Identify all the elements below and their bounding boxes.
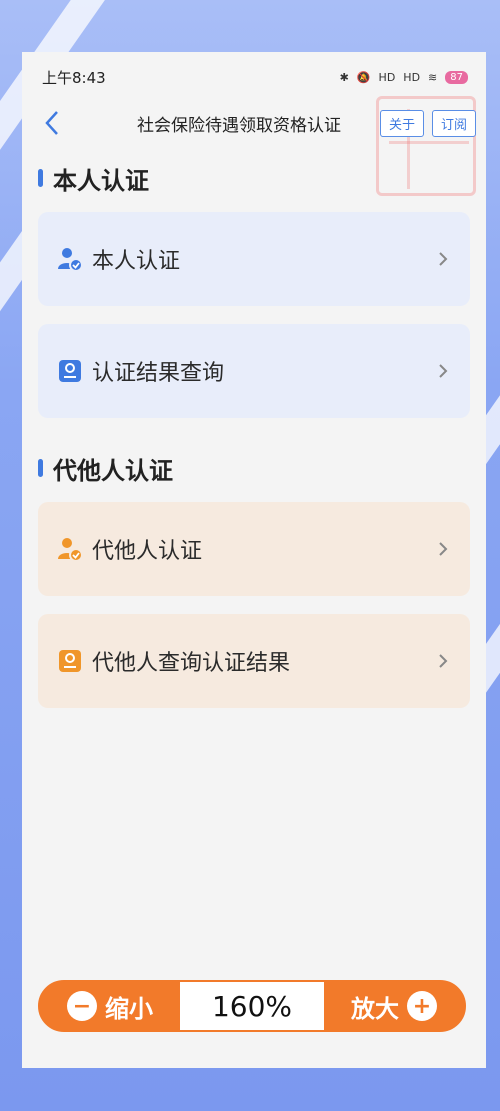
card-label: 认证结果查询 — [92, 361, 225, 386]
nav-bar: 社会保险待遇领取资格认证 关于 订阅 — [22, 102, 486, 144]
section-title-proxy: 代他人认证 — [22, 450, 486, 486]
person-check-icon — [58, 538, 83, 562]
self-result-query-card[interactable]: 认证结果查询 — [38, 324, 470, 418]
section-title-text: 本人认证 — [53, 166, 149, 195]
signal-hd-1: HD — [378, 70, 396, 84]
zoom-in-label: 放大 — [351, 994, 399, 1023]
card-label: 代他人查询认证结果 — [92, 651, 291, 676]
zoom-level: 160% — [180, 982, 324, 1030]
chevron-right-icon — [439, 364, 448, 378]
bluetooth-icon: ✱ — [339, 70, 349, 84]
about-button[interactable]: 关于 — [379, 109, 424, 137]
proxy-auth-card[interactable]: 代他人认证 — [38, 502, 470, 596]
self-auth-card[interactable]: 本人认证 — [38, 212, 470, 306]
status-icons: ✱ 🔕 HD HD ≋ 87 — [339, 70, 468, 84]
zoom-out-label: 缩小 — [105, 994, 153, 1023]
document-icon — [59, 360, 81, 382]
person-check-icon — [58, 248, 83, 272]
chevron-right-icon — [439, 654, 448, 668]
wifi-icon: ≋ — [428, 70, 438, 84]
mute-bell-icon: 🔕 — [356, 70, 371, 84]
zoom-in-button[interactable]: 放大 + — [324, 982, 464, 1030]
document-icon — [59, 650, 81, 672]
battery-indicator: 87 — [445, 70, 468, 84]
signal-hd-2: HD — [403, 70, 421, 84]
page-title: 社会保险待遇领取资格认证 — [136, 115, 341, 136]
status-bar: 上午8:43 ✱ 🔕 HD HD ≋ 87 — [22, 52, 486, 102]
zoom-out-button[interactable]: − 缩小 — [40, 982, 180, 1030]
chevron-right-icon — [439, 252, 448, 266]
card-label: 本人认证 — [92, 249, 181, 274]
phone-screen: 上午8:43 ✱ 🔕 HD HD ≋ 87 社会保险待遇领取资格认证 关于 订阅… — [22, 52, 486, 1068]
section-title-text: 代他人认证 — [53, 456, 173, 485]
card-label: 代他人认证 — [92, 539, 203, 564]
subscribe-button[interactable]: 订阅 — [431, 109, 476, 137]
back-arrow-icon[interactable] — [38, 109, 66, 137]
section-marker — [38, 459, 43, 477]
status-time: 上午8:43 — [42, 68, 106, 87]
minus-icon: − — [67, 991, 97, 1021]
plus-icon: + — [407, 991, 437, 1021]
proxy-result-query-card[interactable]: 代他人查询认证结果 — [38, 614, 470, 708]
section-marker — [38, 169, 43, 187]
chevron-right-icon — [439, 542, 448, 556]
zoom-control: − 缩小 160% 放大 + — [38, 980, 466, 1032]
